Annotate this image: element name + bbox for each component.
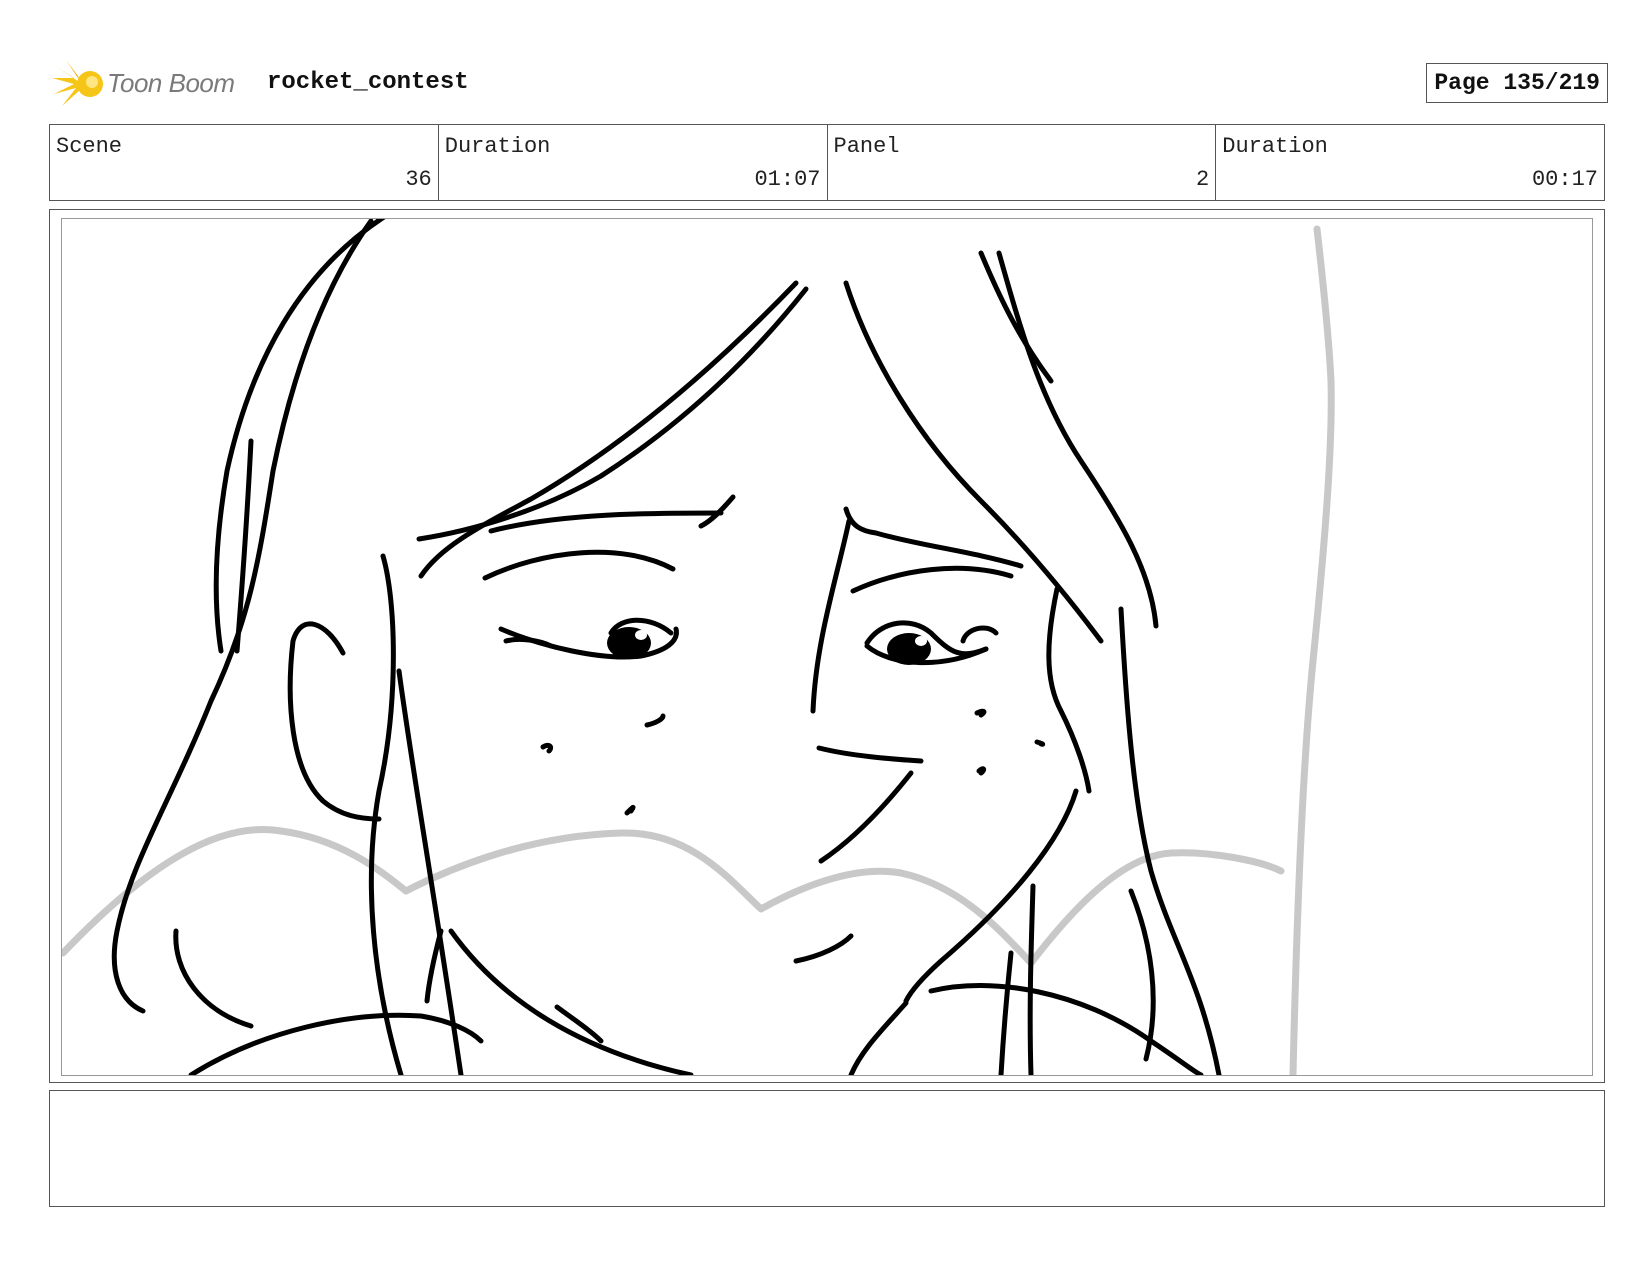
scene-info-table: Scene 36 Duration 01:07 Panel 2 Duration… [49, 124, 1605, 201]
scene-duration-cell: Duration 01:07 [439, 125, 828, 200]
panel-value: 2 [1196, 167, 1210, 192]
sketch-drawing [62, 219, 1335, 1075]
sketch-lines [111, 219, 1222, 1075]
logo-text: Toon Boom [107, 68, 235, 98]
scene-duration-label: Duration [444, 134, 551, 159]
scene-value: 36 [405, 167, 432, 192]
sketch-pupils [607, 627, 931, 665]
panel-notes-box[interactable] [49, 1090, 1605, 1207]
panel-cell: Panel 2 [828, 125, 1217, 200]
page-header: Toon Boom rocket_contest Page 135/219 [52, 58, 1608, 110]
scene-duration-value: 01:07 [754, 167, 821, 192]
panel-duration-label: Duration [1222, 134, 1328, 159]
scene-label: Scene [56, 134, 123, 159]
toon-boom-logo: Toon Boom [52, 58, 252, 110]
storyboard-panel [61, 218, 1593, 1076]
panel-duration-cell: Duration 00:17 [1216, 125, 1604, 200]
page-number: Page 135/219 [1426, 63, 1608, 103]
sketch-guides [62, 225, 1335, 1075]
scene-cell: Scene 36 [50, 125, 439, 200]
toon-boom-starburst-icon [52, 60, 103, 106]
project-name: rocket_contest [267, 69, 469, 96]
panel-label: Panel [833, 134, 900, 159]
panel-duration-value: 00:17 [1531, 167, 1598, 192]
